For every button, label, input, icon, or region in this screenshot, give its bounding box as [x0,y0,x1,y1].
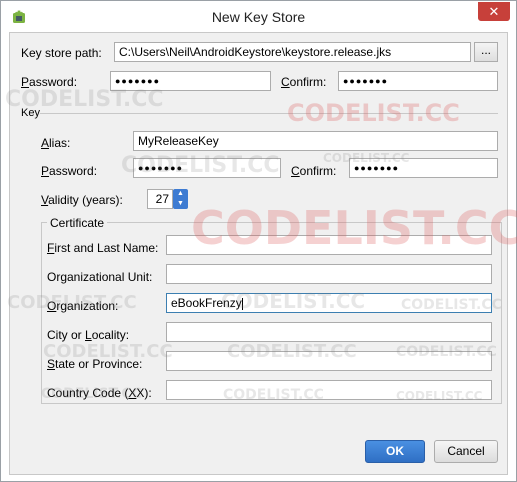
key-confirm-label: Confirm: [291,164,337,178]
ok-button[interactable]: OK [365,440,425,463]
close-button[interactable]: ✕ [478,2,510,21]
browse-button[interactable]: ... [474,42,498,62]
title-bar: New Key Store ✕ [1,1,516,32]
city-field[interactable] [166,322,492,342]
key-confirm-field[interactable]: ●●●●●●● [349,158,498,178]
alias-field[interactable]: MyReleaseKey [133,131,498,151]
keystore-confirm-label: Confirm: [281,75,327,89]
city-label: City or Locality: [47,328,130,342]
organization-label: Organization: [47,299,119,313]
keystore-password-label: Password: [21,75,78,89]
key-separator [40,113,498,114]
key-section-label: Key [21,107,40,119]
first-last-name-field[interactable] [166,235,492,255]
key-store-path-label: Key store path: [21,46,102,60]
state-field[interactable] [166,351,492,371]
state-label: State or Province: [47,357,143,371]
country-code-field[interactable] [166,380,492,400]
chevron-down-icon[interactable]: ▼ [173,199,188,209]
validity-value[interactable]: 27 [147,189,173,209]
validity-stepper[interactable]: ▲ ▼ [173,189,188,209]
keystore-confirm-field[interactable]: ●●●●●●● [338,71,498,91]
dialog-content: Key store path: C:\Users\Neil\AndroidKey… [9,32,508,475]
key-password-field[interactable]: ●●●●●●● [133,158,281,178]
chevron-up-icon[interactable]: ▲ [173,189,188,199]
key-password-label: Password: [41,164,98,178]
new-key-store-dialog: New Key Store ✕ Key store path: C:\Users… [0,0,517,482]
certificate-legend: Certificate [47,216,108,230]
org-unit-field[interactable] [166,264,492,284]
key-store-path-field[interactable]: C:\Users\Neil\AndroidKeystore\keystore.r… [114,42,471,62]
validity-label: Validity (years): [41,193,123,207]
first-last-name-label: First and Last Name: [47,241,159,255]
country-code-label: Country Code (XX): [47,386,152,400]
keystore-password-field[interactable]: ●●●●●●● [110,71,271,91]
organization-field[interactable]: eBookFrenzy [166,293,492,313]
validity-spinner[interactable]: 27 ▲ ▼ [147,189,188,209]
window-title: New Key Store [211,9,306,25]
alias-label: Alias: [41,136,71,150]
org-unit-label: Organizational Unit: [47,270,153,284]
close-icon: ✕ [488,4,500,19]
cancel-button[interactable]: Cancel [434,440,498,463]
